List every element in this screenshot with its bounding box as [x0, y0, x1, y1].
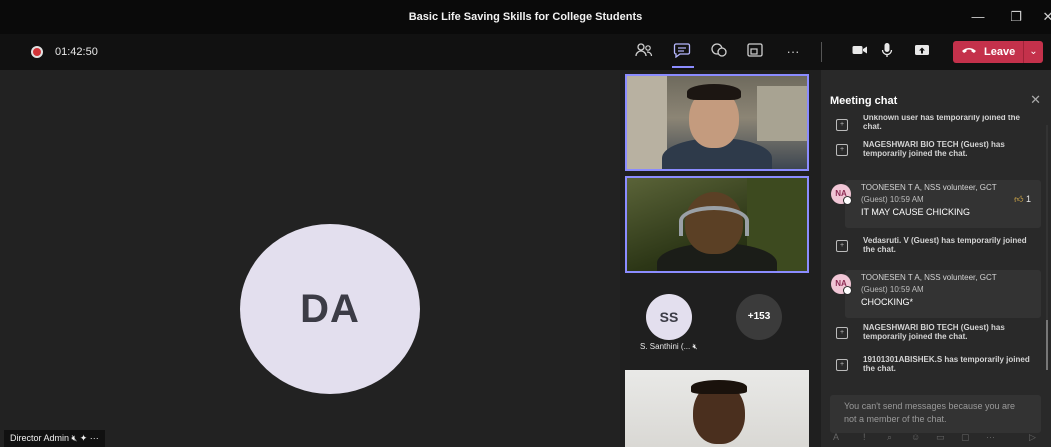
- important-icon: !: [863, 432, 866, 442]
- camera-icon[interactable]: [850, 42, 870, 62]
- leave-button[interactable]: Leave ⌄: [953, 41, 1043, 63]
- meeting-toolbar: 01:42:50 ··· Leave ⌄: [0, 34, 1051, 70]
- chat-disabled-notice: You can't send messages because you are …: [830, 395, 1041, 433]
- system-message-text: Unknown user has temporarily joined the …: [863, 115, 1020, 131]
- system-message-text: NAGESHWARI BIO TECH (Guest) has temporar…: [863, 323, 1005, 341]
- muted-mic-icon: 🔇︎: [71, 433, 78, 443]
- chat-title: Meeting chat: [830, 95, 898, 107]
- sender-avatar: NA: [831, 274, 852, 295]
- main-participant-name: Director Admin: [10, 433, 70, 443]
- people-icon[interactable]: [634, 42, 654, 62]
- system-message: + Vedasruti. V (Guest) has temporarily j…: [821, 236, 1043, 258]
- chat-join-icon: +: [836, 240, 848, 252]
- chat-active-indicator: [672, 66, 694, 68]
- muted-mic-icon: 🔇︎: [692, 342, 698, 351]
- system-message-text: Vedasruti. V (Guest) has temporarily joi…: [863, 236, 1027, 254]
- message-bubble: TOONESEN T A, NSS volunteer, GCT (Guest)…: [845, 180, 1041, 228]
- attach-icon: ⌕: [887, 432, 893, 442]
- message-time: (Guest) 10:59 AM: [861, 195, 924, 204]
- rooms-icon[interactable]: [745, 42, 765, 62]
- format-icon: A: [833, 432, 840, 442]
- participant-ss-avatar[interactable]: SS: [646, 294, 692, 340]
- system-message: + NAGESHWARI BIO TECH (Guest) has tempor…: [821, 140, 1043, 170]
- system-message-text: 19101301ABISHEK.S has temporarily joined…: [863, 355, 1030, 373]
- sender-avatar: NA: [831, 184, 852, 205]
- like-reaction[interactable]: 👍︎ 1: [1014, 194, 1031, 205]
- participant-ss-name-tag: S. Santhini (... 🔇︎: [640, 342, 698, 352]
- meeting-timer: 01:42:50: [55, 46, 98, 58]
- sticker-icon: ▢: [961, 432, 970, 442]
- chat-message[interactable]: TOONESEN T A, NSS volunteer, GCT (Guest)…: [821, 180, 1043, 230]
- thumbs-up-icon: 👍︎: [1014, 194, 1024, 204]
- main-participant-name-tag: Director Admin 🔇︎ ✦ ···: [4, 430, 105, 447]
- phone-hangup-icon: [961, 41, 977, 63]
- more-compose-icon: ···: [986, 432, 995, 442]
- chat-icon[interactable]: [672, 42, 692, 62]
- message-author: TOONESEN T A, NSS volunteer, GCT: [861, 273, 997, 282]
- video-tile-3[interactable]: [625, 370, 809, 447]
- participant-ss-name: S. Santhini (...: [640, 342, 691, 351]
- chat-message[interactable]: TOONESEN T A, NSS volunteer, GCT (Guest)…: [821, 270, 1043, 320]
- leave-label: Leave: [984, 46, 1016, 58]
- main-participant-avatar: DA: [240, 224, 420, 394]
- toolbar-divider: [821, 42, 822, 62]
- message-text: CHOCKING*: [861, 297, 914, 307]
- system-message: + NAGESHWARI BIO TECH (Guest) has tempor…: [821, 323, 1043, 353]
- system-message: + 19101301ABISHEK.S has temporarily join…: [821, 355, 1043, 375]
- emoji-icon: ☺: [911, 432, 921, 442]
- video-tile-2[interactable]: [625, 176, 809, 273]
- chat-join-icon: +: [836, 359, 848, 371]
- gif-icon: ▭: [936, 432, 945, 442]
- system-message: + Unknown user has temporarily joined th…: [821, 115, 1043, 135]
- more-participants-button[interactable]: +153: [736, 294, 782, 340]
- chat-join-icon: +: [836, 119, 848, 131]
- title-bar: Basic Life Saving Skills for College Stu…: [0, 0, 1051, 34]
- send-icon: ▷: [1029, 432, 1036, 442]
- chat-join-icon: +: [836, 327, 848, 339]
- message-text: IT MAY CAUSE CHICKING: [861, 207, 971, 217]
- mic-icon[interactable]: [877, 42, 897, 62]
- minimize-button[interactable]: —: [965, 0, 991, 34]
- more-icon[interactable]: ···: [783, 42, 803, 62]
- chat-scrollbar-thumb[interactable]: [1046, 320, 1048, 370]
- recording-icon: [31, 46, 43, 58]
- chat-compose-toolbar: A ! ⌕ ☺ ▭ ▢ ··· ▷: [821, 432, 1051, 447]
- window-title: Basic Life Saving Skills for College Stu…: [408, 11, 643, 23]
- share-icon[interactable]: [912, 42, 932, 62]
- maximize-button[interactable]: ❐: [1003, 0, 1029, 34]
- close-window-button[interactable]: ✕: [1035, 0, 1051, 34]
- message-bubble: TOONESEN T A, NSS volunteer, GCT (Guest)…: [845, 270, 1041, 318]
- close-icon[interactable]: ✕: [1030, 92, 1041, 108]
- message-author: TOONESEN T A, NSS volunteer, GCT: [861, 183, 997, 192]
- system-message-text: NAGESHWARI BIO TECH (Guest) has temporar…: [863, 140, 1005, 158]
- main-stage: DA Director Admin 🔇︎ ✦ ···: [0, 70, 620, 447]
- reactions-icon[interactable]: [709, 42, 729, 62]
- leave-options-chevron-icon[interactable]: ⌄: [1023, 41, 1043, 63]
- pin-icon: ✦: [79, 433, 88, 443]
- video-tile-1[interactable]: [625, 74, 809, 171]
- meeting-chat-panel: Meeting chat ✕ + Unknown user has tempor…: [821, 70, 1051, 447]
- chat-join-icon: +: [836, 144, 848, 156]
- reaction-count: 1: [1025, 194, 1031, 204]
- message-time: (Guest) 10:59 AM: [861, 285, 924, 294]
- more-options-icon[interactable]: ···: [90, 433, 99, 443]
